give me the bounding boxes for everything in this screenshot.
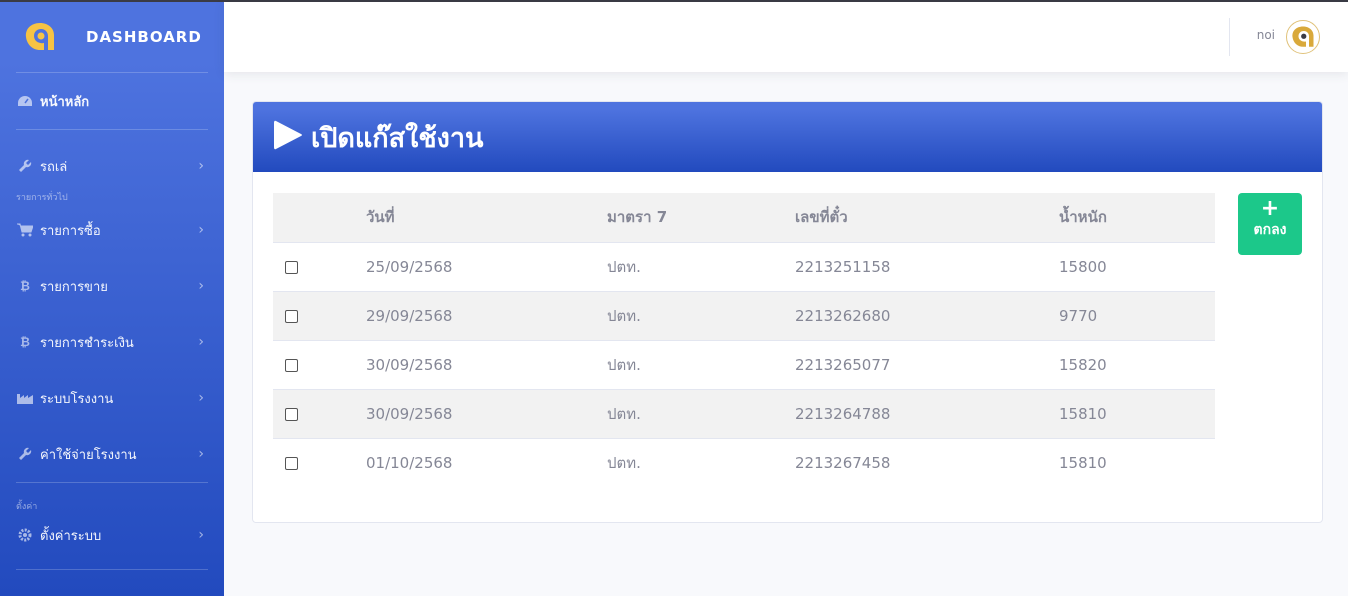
column-header-date: วันที่ — [366, 193, 607, 242]
cell-ticket: 2213267458 — [795, 437, 1059, 487]
sidebar-item-label: ค่าใช้จ่ายโรงงาน — [40, 447, 137, 463]
gas-table: วันที่ มาตรา 7 เลขที่ตั๋ว น้ำหนัก 25/09/… — [273, 193, 1215, 487]
sidebar-brand[interactable]: DASHBOARD — [0, 2, 224, 72]
cell-date: 01/10/2568 — [366, 437, 607, 487]
sidebar-item-rodle[interactable]: รถเล่ › — [0, 146, 224, 186]
brand-title: DASHBOARD — [86, 28, 202, 46]
row-checkbox[interactable] — [285, 456, 298, 470]
table-row: 30/09/2568 ปตท. 2213264788 15810 — [273, 388, 1215, 438]
bitcoin-icon: ₿ — [20, 335, 30, 349]
tachometer-icon — [16, 94, 34, 108]
sidebar-item-payments[interactable]: ₿ รายการชำระเงิน › — [0, 314, 224, 370]
wrench-icon — [16, 159, 34, 173]
plus-icon: + — [1260, 196, 1280, 221]
sidebar-item-label: รถเล่ — [40, 159, 68, 175]
page-title: เปิดแก๊สใช้งาน — [311, 122, 484, 154]
sidebar-item-sales[interactable]: ₿ รายการขาย › — [0, 258, 224, 314]
cell-ticket: 2213265077 — [795, 339, 1059, 389]
sidebar-item-settings[interactable]: ตั้งค่าระบบ › — [0, 511, 224, 559]
sidebar-item-factory-expenses[interactable]: ค่าใช้จ่ายโรงงาน › — [0, 426, 224, 482]
industry-icon — [16, 391, 34, 405]
chevron-right-icon: › — [198, 527, 204, 543]
cell-weight: 15810 — [1059, 437, 1215, 487]
confirm-button[interactable]: + ตกลง — [1238, 193, 1302, 255]
topbar: noi — [224, 2, 1348, 72]
cell-law: ปตท. — [607, 290, 795, 340]
brand-logo-icon — [22, 19, 58, 55]
cell-ticket: 2213264788 — [795, 388, 1059, 438]
cell-date: 30/09/2568 — [366, 388, 607, 438]
cell-law: ปตท. — [607, 388, 795, 438]
column-header-weight: น้ำหนัก — [1059, 193, 1215, 242]
avatar[interactable] — [1286, 20, 1320, 54]
card-header: เปิดแก๊สใช้งาน — [253, 102, 1322, 172]
chevron-right-icon: › — [198, 158, 204, 174]
row-checkbox[interactable] — [285, 309, 298, 323]
cell-weight: 15820 — [1059, 339, 1215, 389]
table-row: 30/09/2568 ปตท. 2213265077 15820 — [273, 339, 1215, 389]
row-checkbox[interactable] — [285, 407, 298, 421]
sidebar: DASHBOARD หน้าหลัก รถเล่ › รายการทั่วไป … — [0, 2, 224, 596]
gas-open-card: เปิดแก๊สใช้งาน วันที่ มาตรา 7 เลขที่ตั๋ว… — [252, 101, 1323, 523]
confirm-button-label: ตกลง — [1253, 222, 1287, 238]
cell-weight: 15800 — [1059, 241, 1215, 291]
sidebar-heading-settings: ตั้งค่า — [16, 502, 38, 512]
sidebar-item-label: รายการซื้อ — [40, 223, 101, 239]
table-row: 01/10/2568 ปตท. 2213267458 15810 — [273, 437, 1215, 487]
table-row: 25/09/2568 ปตท. 2213251158 15800 — [273, 241, 1215, 291]
chevron-right-icon: › — [198, 222, 204, 238]
wrench-icon — [16, 447, 34, 461]
cell-ticket: 2213251158 — [795, 241, 1059, 291]
table-header-row: วันที่ มาตรา 7 เลขที่ตั๋ว น้ำหนัก — [273, 193, 1215, 242]
chevron-right-icon: › — [198, 446, 204, 462]
user-name[interactable]: noi — [1257, 28, 1275, 42]
avatar-logo-icon — [1292, 26, 1314, 47]
chevron-right-icon: › — [198, 334, 204, 350]
cell-law: ปตท. — [607, 437, 795, 487]
sidebar-heading-general: รายการทั่วไป — [16, 193, 68, 203]
sidebar-item-purchases[interactable]: รายการซื้อ › — [0, 202, 224, 258]
sidebar-item-label: รายการชำระเงิน — [40, 335, 134, 351]
cell-law: ปตท. — [607, 339, 795, 389]
row-checkbox[interactable] — [285, 358, 298, 372]
bitcoin-icon: ₿ — [20, 279, 30, 293]
cell-law: ปตท. — [607, 241, 795, 291]
cell-weight: 15810 — [1059, 388, 1215, 438]
column-header-select — [273, 193, 366, 242]
sidebar-item-label: หน้าหลัก — [40, 94, 90, 110]
cell-date: 29/09/2568 — [366, 290, 607, 340]
chevron-right-icon: › — [198, 278, 204, 294]
table-row: 29/09/2568 ปตท. 2213262680 9770 — [273, 290, 1215, 340]
cell-ticket: 2213262680 — [795, 290, 1059, 340]
play-icon — [273, 119, 303, 155]
sidebar-item-home[interactable]: หน้าหลัก — [0, 73, 224, 129]
cart-icon — [16, 223, 34, 237]
cell-date: 25/09/2568 — [366, 241, 607, 291]
cell-date: 30/09/2568 — [366, 339, 607, 389]
row-checkbox[interactable] — [285, 260, 298, 274]
column-header-law: มาตรา 7 — [607, 193, 795, 242]
sidebar-item-label: ระบบโรงงาน — [40, 391, 114, 407]
cell-weight: 9770 — [1059, 290, 1215, 340]
column-header-ticket: เลขที่ตั๋ว — [795, 193, 1059, 242]
sidebar-item-factory[interactable]: ระบบโรงงาน › — [0, 370, 224, 426]
sidebar-divider — [16, 569, 208, 570]
gear-icon — [16, 528, 34, 542]
chevron-right-icon: › — [198, 390, 204, 406]
sidebar-item-label: ตั้งค่าระบบ — [40, 528, 102, 544]
topbar-divider — [1229, 18, 1230, 56]
sidebar-item-label: รายการขาย — [40, 279, 108, 295]
